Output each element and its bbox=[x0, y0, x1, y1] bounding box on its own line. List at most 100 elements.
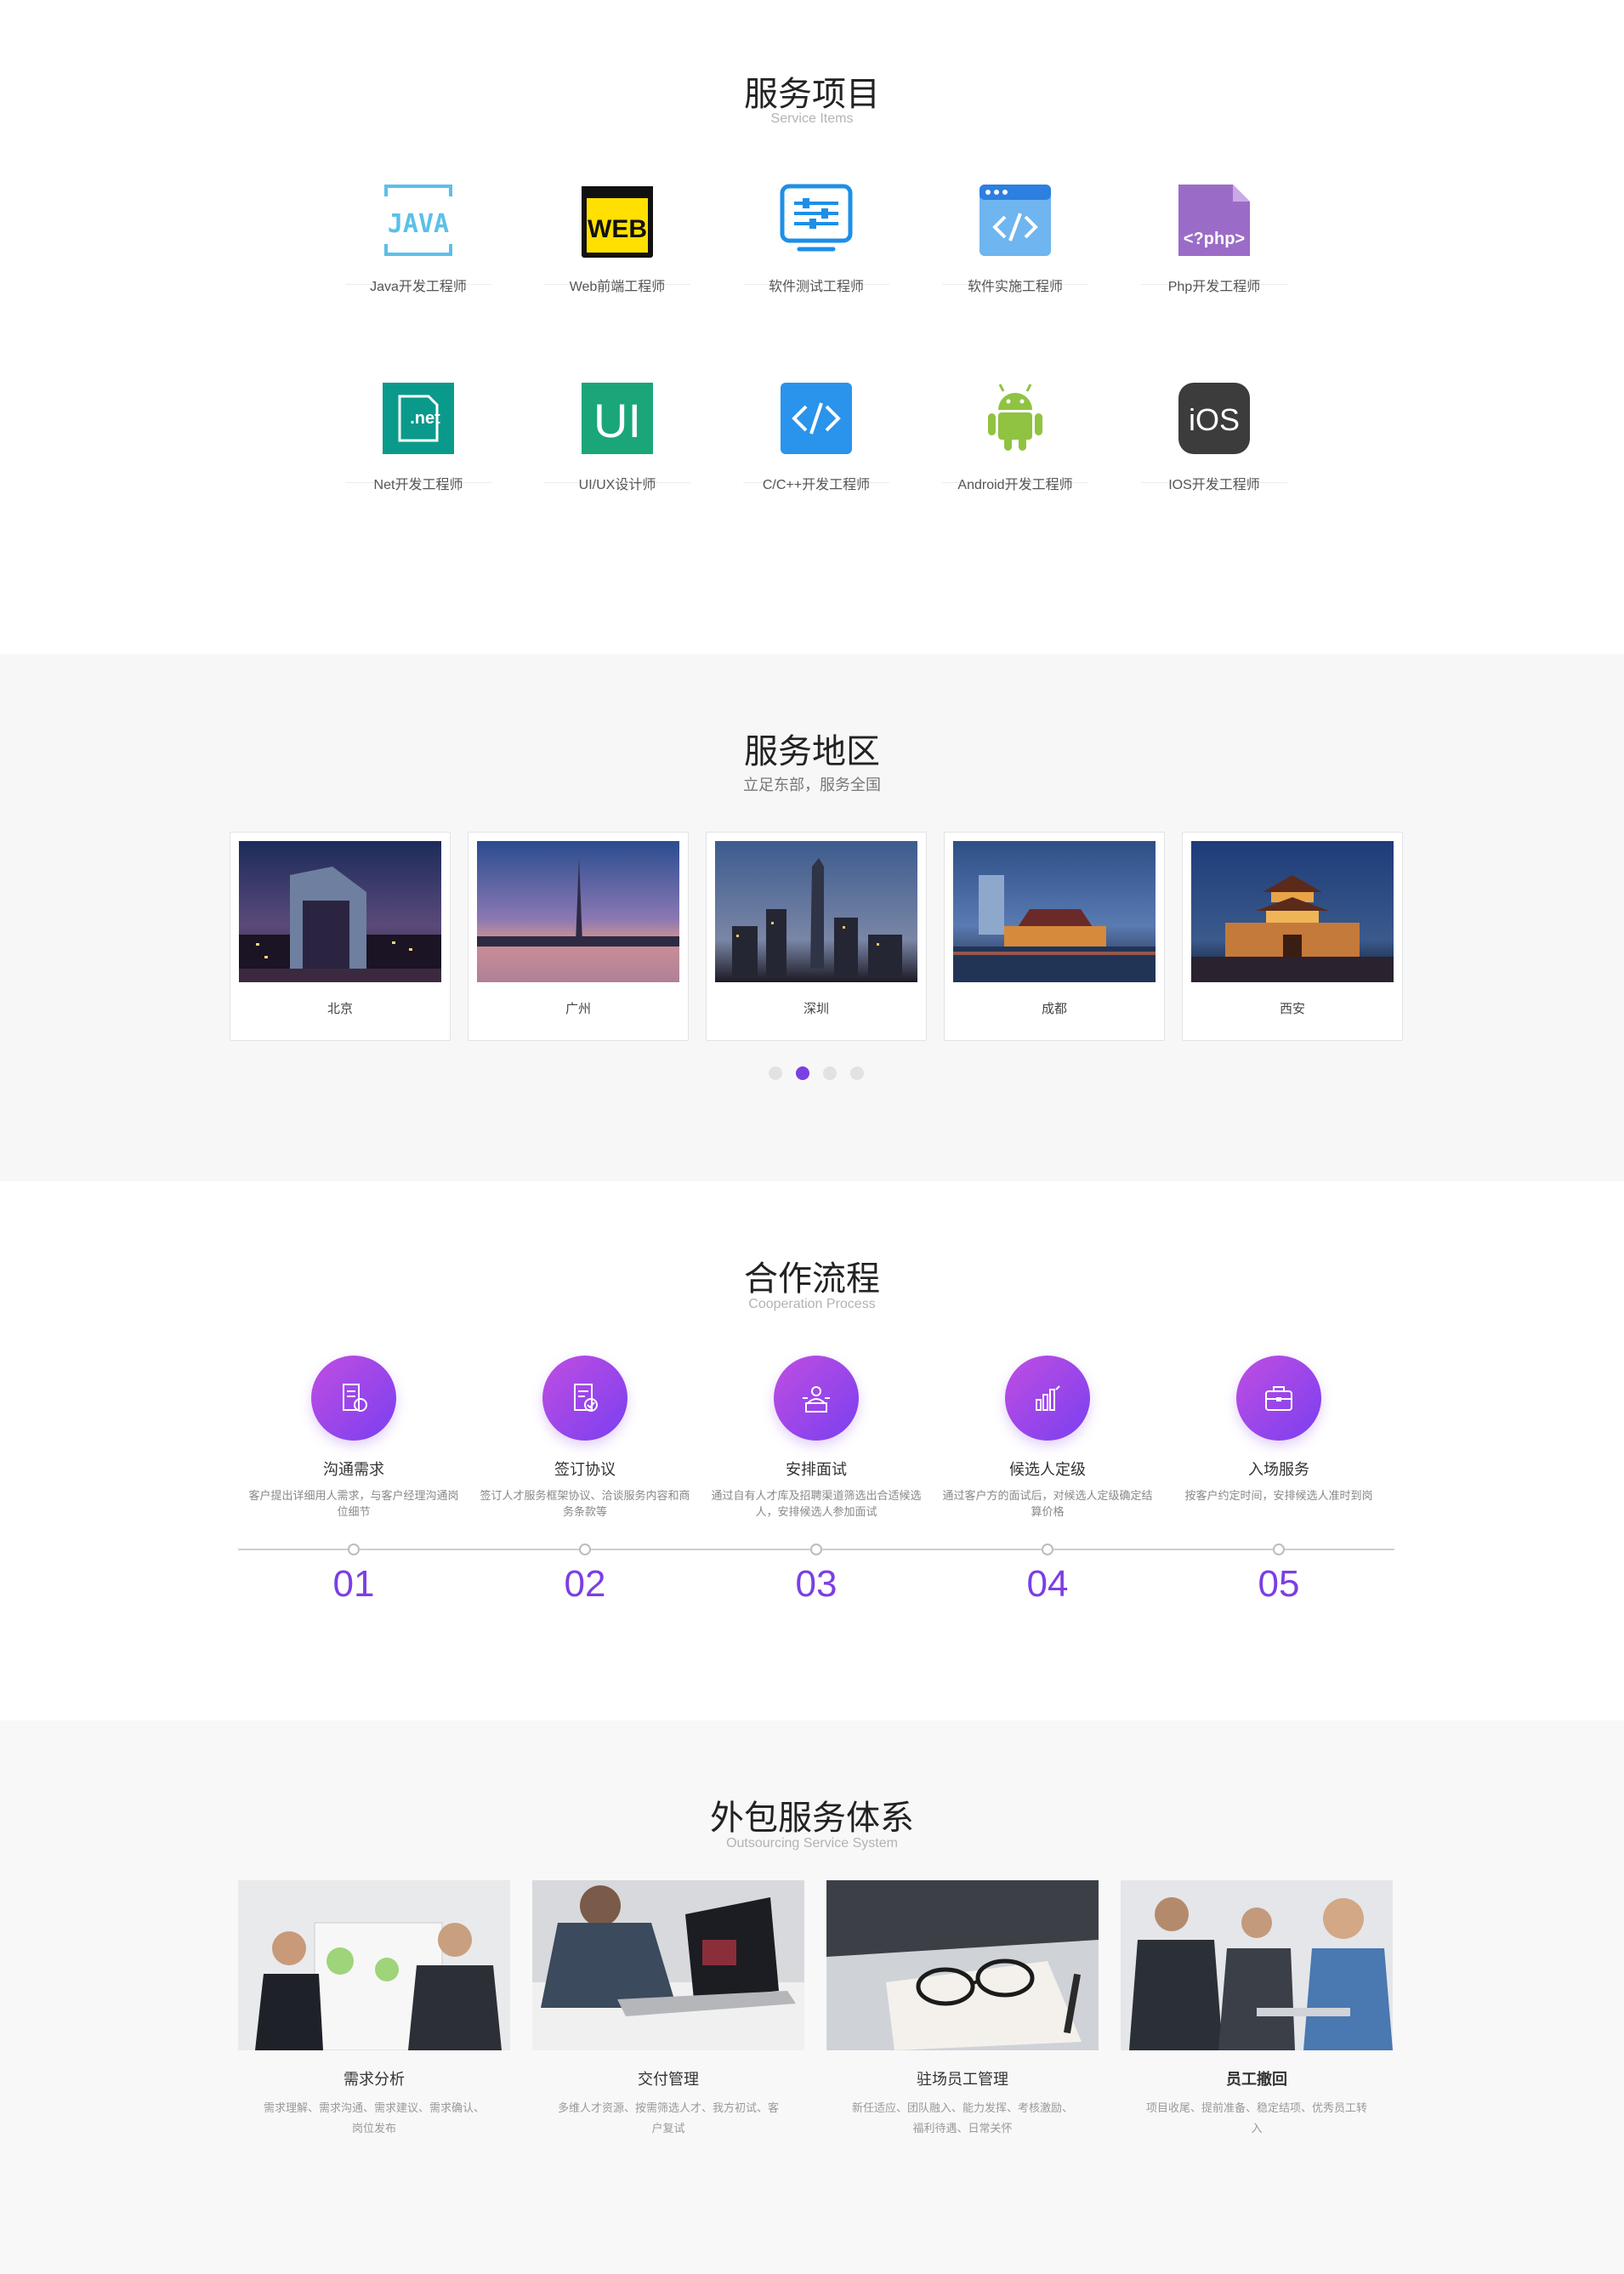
pager-dot-2[interactable] bbox=[796, 1066, 809, 1080]
glasses-photo bbox=[826, 1880, 1099, 2050]
card-desc: 需求理解、需求沟通、需求建议、需求确认、岗位发布 bbox=[264, 2101, 485, 2135]
android-icon bbox=[988, 384, 1042, 451]
step-name: 候选人定级 bbox=[1009, 1461, 1086, 1478]
step-icon-circle bbox=[1236, 1356, 1321, 1441]
step-icon-circle bbox=[774, 1356, 859, 1441]
service-label: C/C++开发工程师 bbox=[762, 478, 871, 492]
service-item-implementation[interactable]: 软件实施工程师 bbox=[942, 183, 1088, 294]
timeline-node bbox=[810, 1543, 822, 1555]
city-label: 广州 bbox=[565, 1002, 591, 1016]
svg-text:UI: UI bbox=[593, 394, 641, 447]
step-number: 01 bbox=[332, 1563, 375, 1605]
step-icon-circle bbox=[1005, 1356, 1090, 1441]
pager-dot-3[interactable] bbox=[823, 1066, 837, 1080]
service-item-cpp[interactable]: C/C++开发工程师 bbox=[743, 381, 889, 492]
guangzhou-photo bbox=[477, 841, 679, 982]
step-desc: 签订人才服务框架协议、洽谈服务内容和商务条款等 bbox=[480, 1489, 690, 1518]
service-label: Php开发工程师 bbox=[1167, 280, 1261, 294]
city-label: 西安 bbox=[1279, 1002, 1305, 1016]
pager-dot-1[interactable] bbox=[769, 1066, 782, 1080]
card-title: 需求分析 bbox=[344, 2071, 405, 2088]
laptop-photo bbox=[532, 1880, 804, 2050]
timeline-node bbox=[1273, 1543, 1285, 1555]
bar-chart-icon bbox=[1036, 1385, 1060, 1411]
service-item-android[interactable]: Android开发工程师 bbox=[942, 381, 1088, 492]
php-file-icon: <?php> bbox=[1178, 185, 1250, 256]
service-label: 软件实施工程师 bbox=[967, 280, 1063, 294]
service-label: UI/UX设计师 bbox=[578, 478, 656, 492]
service-label: Web前端工程师 bbox=[569, 280, 666, 294]
region-card-chengdu[interactable]: 成都 bbox=[944, 832, 1165, 1041]
svg-text:WEB: WEB bbox=[588, 215, 647, 243]
region-card-guangzhou[interactable]: 广州 bbox=[468, 832, 689, 1041]
browser-code-icon bbox=[980, 185, 1051, 256]
svg-text:.net: .net bbox=[410, 409, 440, 428]
card-title: 驻场员工管理 bbox=[917, 2071, 1008, 2088]
service-label: Java开发工程师 bbox=[370, 280, 467, 294]
service-item-dotnet[interactable]: .net Net开发工程师 bbox=[345, 381, 491, 492]
step-name: 安排面试 bbox=[786, 1461, 847, 1478]
svg-text:JAVA: JAVA bbox=[388, 209, 449, 239]
regions-title: 服务地区 bbox=[744, 733, 880, 770]
card-desc: 多维人才资源、按需筛选人才、我方初试、客户复试 bbox=[558, 2101, 780, 2135]
ios-icon: iOS bbox=[1178, 383, 1250, 454]
regions-section: 服务地区 立足东部，服务全国 北京 广州 深圳 成都 西安 bbox=[0, 654, 1624, 1181]
step-number: 02 bbox=[564, 1563, 606, 1605]
region-card-shenzhen[interactable]: 深圳 bbox=[706, 832, 927, 1041]
services-subtitle: Service Items bbox=[770, 111, 854, 126]
regions-subtitle: 立足东部，服务全国 bbox=[743, 776, 881, 793]
card-title: 交付管理 bbox=[638, 2071, 699, 2088]
xian-photo bbox=[1191, 841, 1394, 982]
dotnet-icon: .net bbox=[383, 383, 454, 454]
service-label: Net开发工程师 bbox=[373, 478, 463, 492]
timeline-node bbox=[348, 1543, 360, 1555]
step-desc: 按客户约定时间，安排候选人准时到岗 bbox=[1184, 1489, 1373, 1502]
outsourcing-section: 外包服务体系 Outsourcing Service System 需求分析 需… bbox=[0, 1720, 1624, 2274]
java-icon: JAVA bbox=[384, 185, 452, 256]
service-item-uiux[interactable]: UI UI/UX设计师 bbox=[544, 381, 690, 492]
service-label: Android开发工程师 bbox=[957, 478, 1073, 492]
service-label: 软件测试工程师 bbox=[768, 280, 864, 294]
step-name: 入场服务 bbox=[1248, 1461, 1309, 1478]
shenzhen-photo bbox=[715, 841, 917, 982]
timeline-node bbox=[1042, 1543, 1053, 1555]
step-number: 03 bbox=[795, 1563, 838, 1605]
process-section: 合作流程 Cooperation Process 沟通需求 客户提出详细用人需求… bbox=[0, 1181, 1624, 1720]
interview-icon bbox=[803, 1386, 830, 1413]
region-card-xian[interactable]: 西安 bbox=[1182, 832, 1403, 1041]
service-item-php[interactable]: <?php> Php开发工程师 bbox=[1141, 183, 1287, 294]
code-icon bbox=[781, 383, 852, 454]
step-icon-circle bbox=[311, 1356, 396, 1441]
svg-text:iOS: iOS bbox=[1189, 402, 1240, 437]
step-number: 05 bbox=[1258, 1563, 1300, 1605]
service-item-web[interactable]: WEB Web前端工程师 bbox=[544, 183, 690, 294]
briefcase-icon bbox=[1265, 1386, 1292, 1411]
outsourcing-subtitle: Outsourcing Service System bbox=[726, 1836, 898, 1850]
step-desc: 通过自有人才库及招聘渠道筛选出合适候选人，安排候选人参加面试 bbox=[711, 1489, 922, 1518]
services-title: 服务项目 bbox=[744, 76, 880, 113]
ui-icon: UI bbox=[582, 383, 653, 454]
contract-check-icon bbox=[574, 1384, 598, 1412]
timeline-node bbox=[579, 1543, 591, 1555]
document-chat-icon bbox=[343, 1384, 367, 1412]
service-label: IOS开发工程师 bbox=[1168, 478, 1260, 492]
service-item-java[interactable]: JAVA Java开发工程师 bbox=[345, 183, 491, 294]
step-number: 04 bbox=[1026, 1563, 1069, 1605]
process-subtitle: Cooperation Process bbox=[748, 1297, 876, 1311]
svg-text:<?php>: <?php> bbox=[1184, 230, 1245, 248]
step-name: 沟通需求 bbox=[323, 1461, 384, 1478]
city-label: 北京 bbox=[327, 1002, 353, 1016]
office-workers-photo bbox=[1121, 1880, 1393, 2050]
service-item-testing[interactable]: 软件测试工程师 bbox=[743, 183, 889, 294]
services-section: 服务项目 Service Items JAVA Java开发工程师 WEB We… bbox=[0, 0, 1624, 654]
process-title: 合作流程 bbox=[744, 1260, 880, 1298]
service-item-ios[interactable]: iOS IOS开发工程师 bbox=[1141, 381, 1287, 492]
pager-dot-4[interactable] bbox=[850, 1066, 864, 1080]
sliders-icon bbox=[780, 184, 853, 252]
region-card-beijing[interactable]: 北京 bbox=[230, 832, 451, 1041]
city-label: 深圳 bbox=[803, 1002, 829, 1016]
chengdu-photo bbox=[953, 841, 1156, 982]
beijing-photo bbox=[239, 841, 441, 982]
web-icon: WEB bbox=[582, 186, 653, 258]
city-label: 成都 bbox=[1041, 1002, 1067, 1016]
